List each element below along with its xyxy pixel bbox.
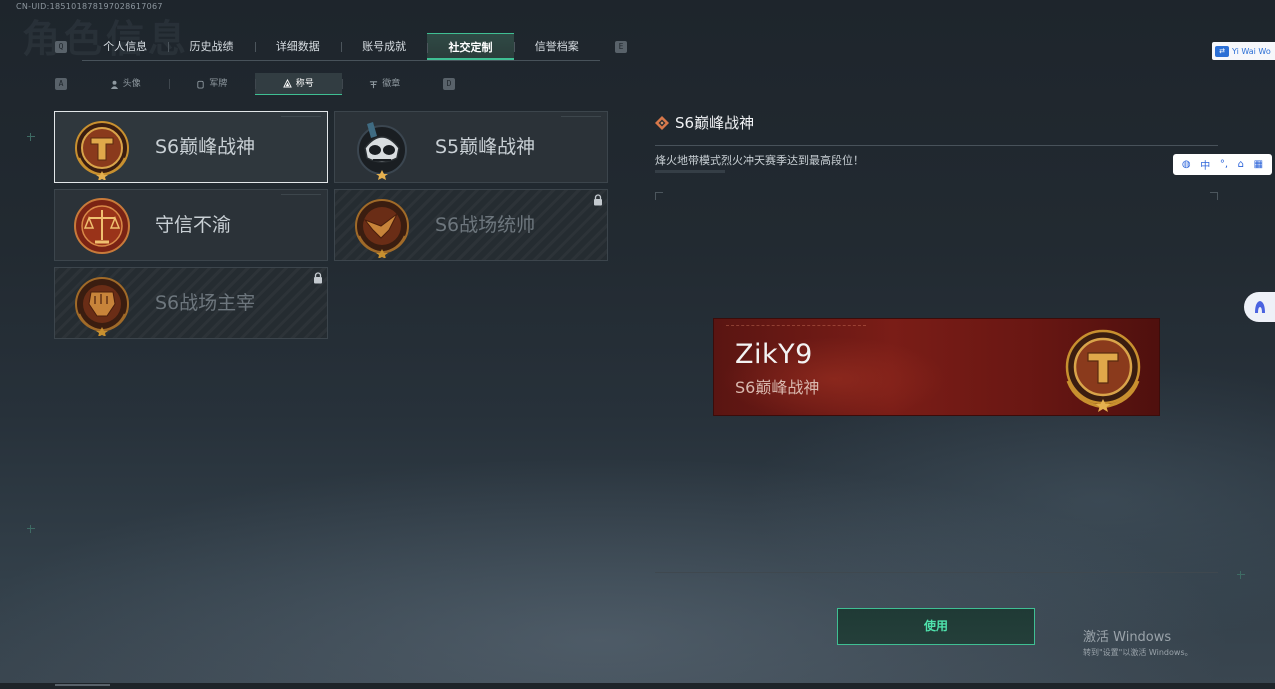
detail-title: S6巅峰战神 bbox=[655, 112, 754, 133]
tab-reputation[interactable]: 信誉档案 bbox=[513, 33, 600, 60]
detail-divider bbox=[655, 145, 1218, 146]
tab-personal-info[interactable]: 个人信息 bbox=[82, 33, 168, 60]
person-icon bbox=[110, 80, 118, 89]
card-decoration bbox=[281, 116, 321, 122]
subtab-title-label: 称号 bbox=[295, 78, 314, 89]
prev-tab-key-hint: Q bbox=[55, 41, 67, 53]
tab-achievements[interactable]: 账号成就 bbox=[340, 33, 427, 60]
skull-badge-icon bbox=[357, 122, 407, 180]
fist-badge-icon bbox=[75, 277, 129, 336]
activate-windows-subtitle: 转到"设置"以激活 Windows。 bbox=[1083, 648, 1193, 657]
eagle-badge-icon bbox=[355, 199, 409, 258]
assistant-icon bbox=[1254, 301, 1265, 313]
title-card-s5-peak-god[interactable]: S5巅峰战神 bbox=[334, 111, 608, 183]
ime-toolbar[interactable]: ◍ 中 °, ⌂ ▦ bbox=[1173, 154, 1272, 175]
title-diamond-icon bbox=[655, 115, 669, 130]
frame-corner bbox=[1210, 192, 1218, 200]
main-tab-bar: 个人信息 历史战绩 详细数据 账号成就 社交定制 信誉档案 bbox=[82, 33, 600, 61]
lock-icon bbox=[594, 194, 602, 206]
sub-tab-bar: 头像 军牌 称号 徽章 bbox=[82, 73, 428, 95]
title-card-s6-battlefield-ruler[interactable]: S6战场主宰 bbox=[54, 267, 328, 339]
subtab-dogtag-label: 军牌 bbox=[209, 79, 228, 89]
tab-social-customization[interactable]: 社交定制 bbox=[427, 33, 514, 60]
preview-title: S6巅峰战神 bbox=[735, 378, 820, 397]
card-decoration bbox=[281, 194, 321, 200]
frame-bottom-line bbox=[655, 572, 1218, 573]
ime-grid-icon[interactable]: ▦ bbox=[1254, 159, 1263, 170]
title-card-label: S5巅峰战神 bbox=[435, 136, 536, 158]
bottom-bar bbox=[0, 683, 1275, 689]
card-decoration bbox=[561, 116, 601, 122]
hammer-badge-icon bbox=[75, 121, 129, 180]
hud-crosshair bbox=[27, 525, 35, 533]
emblem-icon bbox=[370, 80, 378, 88]
activate-windows-title: 激活 Windows bbox=[1083, 630, 1172, 645]
ime-language-toggle[interactable]: 中 bbox=[1200, 157, 1210, 172]
subtab-emblem[interactable]: 徽章 bbox=[341, 73, 429, 95]
prev-subtab-key-hint: A bbox=[55, 78, 67, 90]
frame-corner bbox=[655, 192, 663, 200]
title-card-s6-battlefield-commander[interactable]: S6战场统帅 bbox=[334, 189, 608, 261]
subtab-title[interactable]: 称号 bbox=[255, 73, 342, 95]
title-card-s6-peak-god[interactable]: S6巅峰战神 bbox=[54, 111, 328, 183]
ime-skin-icon[interactable]: ⌂ bbox=[1238, 159, 1244, 170]
translate-icon: ⇄ bbox=[1215, 45, 1229, 57]
title-card-label: S6巅峰战神 bbox=[155, 136, 256, 158]
detail-subtext bbox=[655, 170, 725, 173]
next-subtab-key-hint: D bbox=[443, 78, 455, 90]
detail-description: 烽火地带模式烈火冲天赛季达到最高段位！ bbox=[655, 154, 864, 167]
title-card-trustworthy[interactable]: 守信不渝 bbox=[54, 189, 328, 261]
ime-logo-icon[interactable]: ◍ bbox=[1182, 159, 1191, 170]
subtab-emblem-label: 徽章 bbox=[382, 79, 401, 89]
hammer-badge-icon bbox=[1065, 329, 1141, 412]
title-card-label: S6战场主宰 bbox=[155, 292, 256, 314]
lock-icon bbox=[314, 272, 322, 284]
bottom-bar-segment bbox=[55, 684, 110, 686]
banner-decoration bbox=[726, 325, 866, 328]
ime-punctuation-toggle[interactable]: °, bbox=[1220, 159, 1228, 170]
hud-crosshair bbox=[1237, 571, 1245, 579]
dogtag-icon bbox=[197, 80, 204, 89]
floating-assistant-button[interactable] bbox=[1244, 292, 1275, 322]
tab-detailed-stats[interactable]: 详细数据 bbox=[254, 33, 341, 60]
title-card-label: 守信不渝 bbox=[155, 214, 232, 236]
translate-label: Yi Wai Wo bbox=[1232, 46, 1271, 56]
hud-crosshair bbox=[27, 133, 35, 141]
next-tab-key-hint: E bbox=[615, 41, 627, 53]
scales-badge-icon bbox=[74, 198, 130, 254]
translate-overlay[interactable]: ⇄ Yi Wai Wo bbox=[1212, 42, 1275, 60]
preview-player-name: ZikY9 bbox=[735, 339, 813, 370]
title-card-label: S6战场统帅 bbox=[435, 214, 536, 236]
use-button[interactable]: 使用 bbox=[837, 608, 1035, 645]
tab-match-history[interactable]: 历史战绩 bbox=[168, 33, 254, 60]
subtab-dogtag[interactable]: 军牌 bbox=[168, 73, 256, 95]
detail-title-text: S6巅峰战神 bbox=[675, 114, 755, 132]
activate-windows-watermark: 激活 Windows 转到"设置"以激活 Windows。 bbox=[1083, 626, 1193, 658]
subtab-avatar[interactable]: 头像 bbox=[82, 73, 169, 95]
title-icon bbox=[282, 79, 292, 88]
title-preview-banner: ZikY9 S6巅峰战神 bbox=[713, 318, 1160, 416]
subtab-avatar-label: 头像 bbox=[122, 79, 141, 89]
